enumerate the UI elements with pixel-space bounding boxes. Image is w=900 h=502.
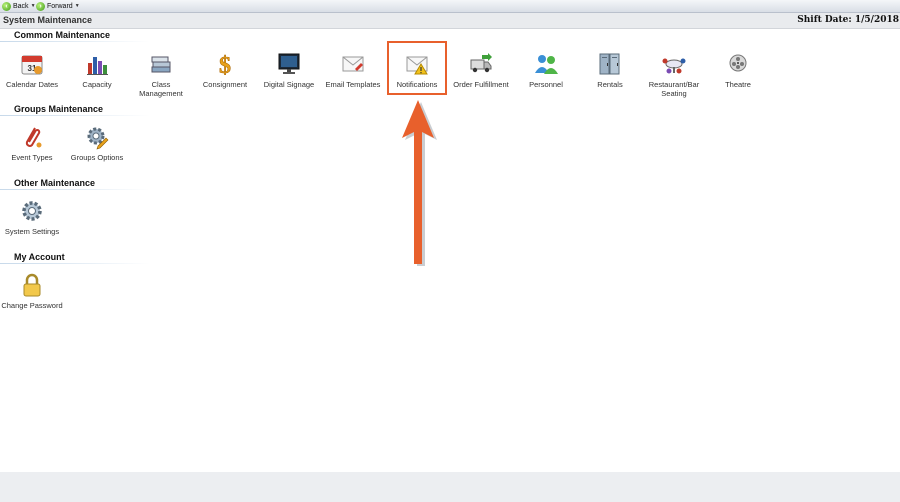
calendar-icon: 31 bbox=[19, 51, 45, 77]
lockers-icon bbox=[597, 51, 623, 77]
people-icon bbox=[533, 51, 559, 77]
forward-arrow-icon: › bbox=[36, 1, 45, 11]
tile-label: Consignment bbox=[202, 80, 248, 89]
tile-label: Change Password bbox=[1, 301, 63, 310]
tile-label: Theatre bbox=[725, 80, 751, 89]
page-header: System Maintenance Shift Date: 1/5/2018 bbox=[0, 13, 900, 29]
bar-chart-icon bbox=[84, 51, 110, 77]
back-arrow-icon: ‹ bbox=[2, 1, 11, 11]
tile-digital-signage[interactable]: Digital Signage bbox=[257, 51, 321, 89]
monitor-icon bbox=[276, 51, 302, 77]
section-divider bbox=[0, 189, 150, 190]
tile-label: Order Fulfillment bbox=[453, 80, 509, 89]
tile-consignment[interactable]: $ Consignment bbox=[193, 51, 257, 89]
back-dropdown-icon[interactable]: ▼ bbox=[31, 3, 36, 9]
section-divider bbox=[0, 115, 150, 116]
browser-nav-bar: ‹ Back ▼ › Forward ▼ bbox=[0, 0, 900, 13]
tile-email-templates[interactable]: Email Templates bbox=[321, 51, 385, 89]
annotation-arrow bbox=[402, 100, 437, 266]
tile-calendar-dates[interactable]: 31 Calendar Dates bbox=[0, 51, 64, 89]
tile-label: Email Templates bbox=[325, 80, 381, 89]
highlight-box bbox=[387, 41, 447, 95]
tile-label: Calendar Dates bbox=[5, 80, 59, 89]
tile-label: Capacity bbox=[82, 80, 112, 89]
tile-label: Restaurant/Bar Seating bbox=[648, 80, 700, 98]
section-title-common: Common Maintenance bbox=[14, 30, 111, 40]
tile-class-management[interactable]: Class Management bbox=[129, 51, 193, 98]
tile-label: Class Management bbox=[139, 80, 183, 98]
film-reel-icon bbox=[725, 51, 751, 77]
tile-label: Rentals bbox=[597, 80, 623, 89]
page-title: System Maintenance bbox=[3, 15, 93, 25]
tile-order-fulfillment[interactable]: Order Fulfillment bbox=[449, 51, 513, 89]
section-divider bbox=[0, 263, 150, 264]
truck-icon bbox=[468, 51, 494, 77]
tile-capacity[interactable]: Capacity bbox=[65, 51, 129, 89]
shift-date: Shift Date: 1/5/2018 bbox=[797, 15, 899, 25]
svg-text:$: $ bbox=[219, 53, 231, 77]
tile-personnel[interactable]: Personnel bbox=[514, 51, 578, 89]
gear-pencil-icon bbox=[84, 124, 110, 150]
footer-bar bbox=[0, 472, 900, 502]
tile-rentals[interactable]: Rentals bbox=[578, 51, 642, 89]
forward-dropdown-icon[interactable]: ▼ bbox=[75, 3, 80, 9]
email-icon bbox=[340, 51, 366, 77]
dining-table-icon bbox=[661, 51, 687, 77]
section-title-other: Other Maintenance bbox=[14, 178, 96, 188]
tile-label: Groups Options bbox=[70, 153, 124, 162]
section-title-groups: Groups Maintenance bbox=[14, 104, 104, 114]
back-button[interactable]: ‹ Back ▼ bbox=[2, 1, 36, 11]
gear-icon bbox=[19, 198, 45, 224]
tile-label: Digital Signage bbox=[263, 80, 315, 89]
dollar-icon: $ bbox=[212, 51, 238, 77]
tile-label: Personnel bbox=[529, 80, 563, 89]
section-divider bbox=[0, 41, 150, 42]
tile-label: Event Types bbox=[11, 153, 53, 162]
books-icon bbox=[148, 51, 174, 77]
tile-restaurant-bar-seating[interactable]: Restaurant/Bar Seating bbox=[642, 51, 706, 98]
paperclip-icon bbox=[19, 124, 45, 150]
section-title-account: My Account bbox=[14, 252, 65, 262]
forward-label: Forward bbox=[47, 2, 73, 10]
back-label: Back bbox=[13, 2, 29, 10]
tile-theatre[interactable]: Theatre bbox=[706, 51, 770, 89]
tile-groups-options[interactable]: Groups Options bbox=[65, 124, 129, 162]
tile-event-types[interactable]: Event Types bbox=[0, 124, 64, 162]
tile-change-password[interactable]: Change Password bbox=[0, 272, 64, 310]
tile-system-settings[interactable]: System Settings bbox=[0, 198, 64, 236]
padlock-icon bbox=[19, 272, 45, 298]
forward-button[interactable]: › Forward ▼ bbox=[36, 1, 80, 11]
tile-label: System Settings bbox=[4, 227, 60, 236]
